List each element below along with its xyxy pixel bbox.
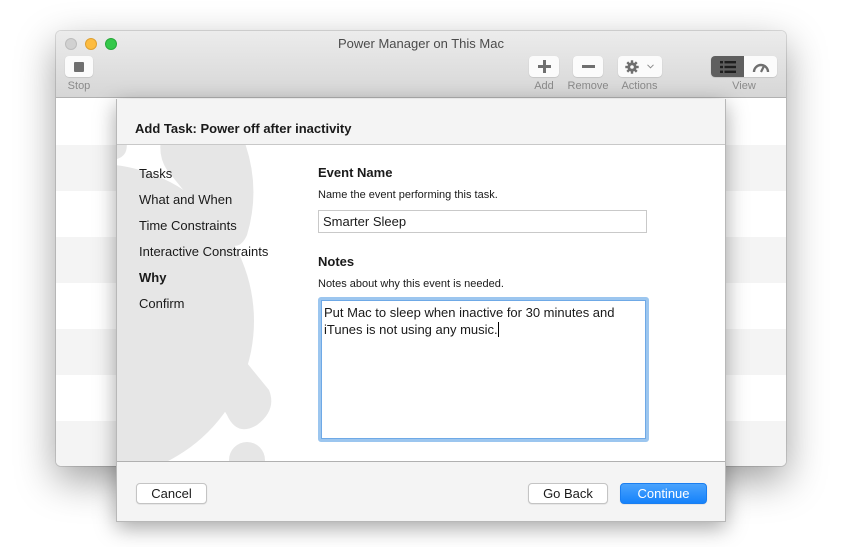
step-why[interactable]: Why	[139, 270, 268, 296]
continue-button[interactable]: Continue	[620, 483, 707, 504]
list-icon	[719, 60, 736, 73]
remove-label: Remove	[567, 80, 609, 92]
step-confirm[interactable]: Confirm	[139, 296, 268, 322]
add-task-sheet: Add Task: Power off after inactivity Tas…	[116, 99, 726, 522]
event-name-description: Name the event performing this task.	[318, 189, 498, 201]
text-caret	[497, 322, 499, 337]
cancel-button[interactable]: Cancel	[136, 483, 207, 504]
steps-sidebar: Tasks What and When Time Constraints Int…	[139, 166, 268, 322]
toolbar-stop[interactable]: Stop	[63, 56, 95, 92]
add-label: Add	[534, 80, 554, 92]
minus-icon	[581, 60, 595, 73]
toolbar-add[interactable]: Add	[528, 56, 560, 92]
event-name-input[interactable]	[318, 210, 647, 233]
chevron-down-icon	[647, 64, 654, 69]
gear-icon	[625, 59, 639, 74]
step-tasks[interactable]: Tasks	[139, 166, 268, 192]
sheet-title: Add Task: Power off after inactivity	[135, 121, 352, 136]
toolbar-view[interactable]: View	[711, 56, 777, 92]
view-gauge-button[interactable]	[744, 56, 777, 77]
step-interactive-constraints[interactable]: Interactive Constraints	[139, 244, 268, 270]
actions-button[interactable]	[617, 56, 662, 77]
window-title: Power Manager on This Mac	[338, 36, 504, 51]
view-segmented-control[interactable]	[711, 56, 777, 77]
sheet-header: Add Task: Power off after inactivity	[117, 99, 725, 145]
step-time-constraints[interactable]: Time Constraints	[139, 218, 268, 244]
sheet-body: Tasks What and When Time Constraints Int…	[117, 145, 725, 461]
remove-button[interactable]	[573, 56, 603, 77]
notes-textarea[interactable]: Put Mac to sleep when inactive for 30 mi…	[318, 297, 649, 442]
sheet-footer: Cancel Go Back Continue	[117, 461, 725, 521]
view-list-button[interactable]	[711, 56, 744, 77]
toolbar-remove[interactable]: Remove	[565, 56, 611, 92]
toolbar-actions[interactable]: Actions	[617, 56, 662, 92]
step-what-and-when[interactable]: What and When	[139, 192, 268, 218]
notes-heading: Notes	[318, 254, 355, 269]
stop-button[interactable]	[65, 56, 93, 77]
add-button[interactable]	[529, 56, 559, 77]
stop-icon	[74, 61, 84, 72]
actions-label: Actions	[621, 80, 658, 92]
gauge-icon	[752, 63, 769, 72]
titlebar: Power Manager on This Mac Stop Add Remov…	[56, 31, 786, 98]
view-label: View	[732, 80, 756, 92]
plus-icon	[537, 60, 551, 73]
stop-label: Stop	[67, 80, 91, 92]
event-name-heading: Event Name	[318, 165, 393, 180]
notes-description: Notes about why this event is needed.	[318, 278, 504, 290]
go-back-button[interactable]: Go Back	[528, 483, 608, 504]
notes-text: Put Mac to sleep when inactive for 30 mi…	[324, 305, 615, 337]
